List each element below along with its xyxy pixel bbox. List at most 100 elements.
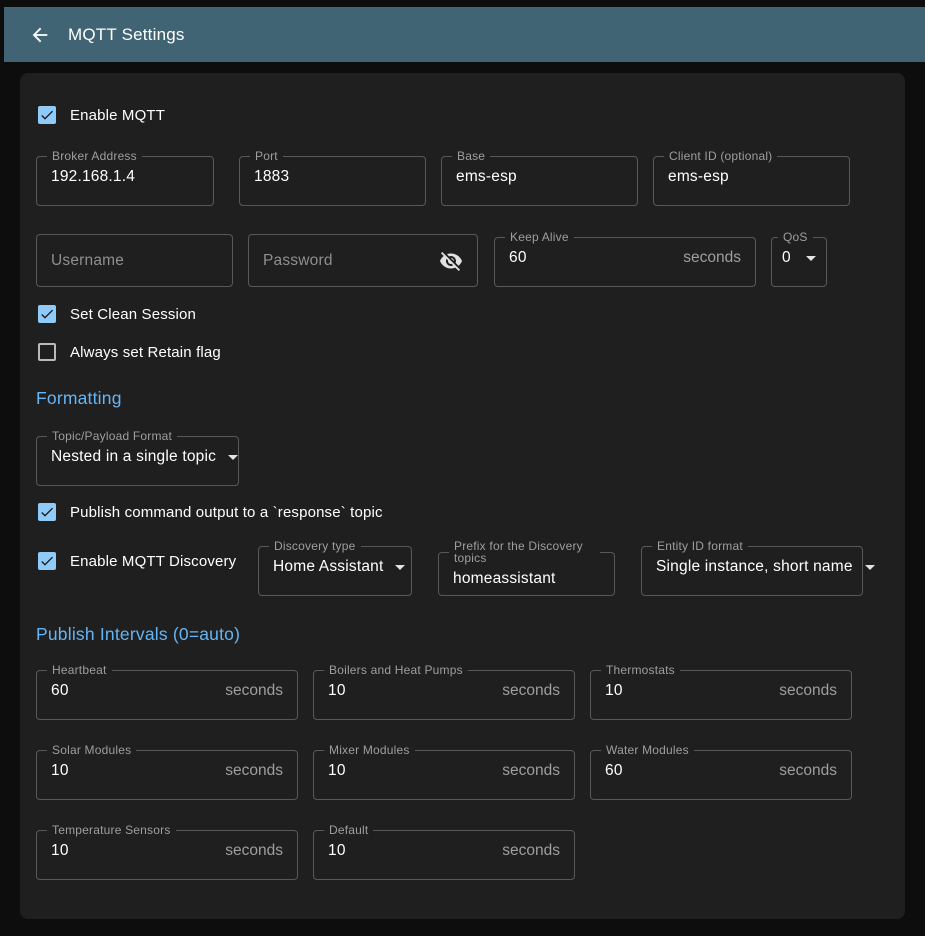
enable-discovery-checkbox[interactable] <box>38 552 56 570</box>
broker-address-value: 192.168.1.4 <box>51 168 135 186</box>
base-label: Base <box>452 150 490 162</box>
temperature-sensors-field[interactable]: Temperature Sensors 10 seconds <box>36 824 298 880</box>
boilers-heat-pumps-label: Boilers and Heat Pumps <box>324 664 468 676</box>
discovery-type-label: Discovery type <box>269 540 361 552</box>
username-placeholder: Username <box>51 252 124 270</box>
seconds-unit: seconds <box>225 842 283 860</box>
entity-id-format-select[interactable]: Entity ID format Single instance, short … <box>641 540 863 596</box>
retain-flag-row: Always set Retain flag <box>36 343 889 361</box>
password-input[interactable]: Password <box>248 234 478 287</box>
intervals-grid: Heartbeat 60 seconds Boilers and Heat Pu… <box>36 664 889 880</box>
check-icon <box>39 553 55 569</box>
publish-intervals-heading: Publish Intervals (0=auto) <box>36 624 889 645</box>
heartbeat-label: Heartbeat <box>47 664 112 676</box>
base-value: ems-esp <box>456 168 517 186</box>
discovery-prefix-value: homeassistant <box>453 570 556 588</box>
publish-response-label: Publish command output to a `response` t… <box>70 504 383 521</box>
discovery-row: Enable MQTT Discovery Discovery type Hom… <box>36 540 889 596</box>
seconds-unit: seconds <box>502 762 560 780</box>
base-field[interactable]: Base ems-esp <box>441 150 638 206</box>
discovery-prefix-label: Prefix for the Discovery topics <box>449 540 600 564</box>
chevron-down-icon <box>395 565 405 570</box>
chevron-down-icon <box>228 455 238 460</box>
enable-discovery-label: Enable MQTT Discovery <box>70 553 236 570</box>
default-interval-field[interactable]: Default 10 seconds <box>313 824 575 880</box>
clean-session-row: Set Clean Session <box>36 305 889 323</box>
port-label: Port <box>250 150 283 162</box>
default-interval-value: 10 <box>328 842 346 860</box>
mqtt-settings-panel: Enable MQTT Broker Address 192.168.1.4 P… <box>20 73 905 919</box>
water-modules-label: Water Modules <box>601 744 694 756</box>
seconds-unit: seconds <box>502 682 560 700</box>
enable-discovery-row: Enable MQTT Discovery <box>36 552 258 570</box>
broker-address-label: Broker Address <box>47 150 142 162</box>
client-id-label: Client ID (optional) <box>664 150 777 162</box>
retain-flag-checkbox[interactable] <box>38 343 56 361</box>
chevron-down-icon <box>806 256 816 261</box>
mixer-modules-value: 10 <box>328 762 346 780</box>
keep-alive-value: 60 <box>509 249 527 267</box>
seconds-unit: seconds <box>225 682 283 700</box>
water-modules-value: 60 <box>605 762 623 780</box>
discovery-type-select[interactable]: Discovery type Home Assistant <box>258 540 412 596</box>
qos-value: 0 <box>782 249 791 267</box>
arrow-left-icon <box>29 24 51 46</box>
boilers-heat-pumps-value: 10 <box>328 682 346 700</box>
thermostats-value: 10 <box>605 682 623 700</box>
water-modules-field[interactable]: Water Modules 60 seconds <box>590 744 852 800</box>
check-icon <box>39 107 55 123</box>
check-icon <box>39 504 55 520</box>
retain-flag-label: Always set Retain flag <box>70 344 221 361</box>
enable-mqtt-row: Enable MQTT <box>36 106 889 124</box>
boilers-heat-pumps-field[interactable]: Boilers and Heat Pumps 10 seconds <box>313 664 575 720</box>
username-input[interactable]: Username <box>36 234 233 287</box>
broker-fields-row: Broker Address 192.168.1.4 Port 1883 Bas… <box>36 150 889 206</box>
entity-id-format-value: Single instance, short name <box>656 558 853 576</box>
publish-response-row: Publish command output to a `response` t… <box>36 503 889 521</box>
heartbeat-field[interactable]: Heartbeat 60 seconds <box>36 664 298 720</box>
mixer-modules-label: Mixer Modules <box>324 744 415 756</box>
publish-response-checkbox[interactable] <box>38 503 56 521</box>
discovery-prefix-field[interactable]: Prefix for the Discovery topics homeassi… <box>438 540 615 596</box>
page-title: MQTT Settings <box>68 25 185 45</box>
mixer-modules-field[interactable]: Mixer Modules 10 seconds <box>313 744 575 800</box>
port-field[interactable]: Port 1883 <box>239 150 426 206</box>
thermostats-field[interactable]: Thermostats 10 seconds <box>590 664 852 720</box>
keep-alive-unit: seconds <box>683 249 741 267</box>
check-icon <box>39 306 55 322</box>
solar-modules-value: 10 <box>51 762 69 780</box>
enable-mqtt-checkbox[interactable] <box>38 106 56 124</box>
topic-format-value: Nested in a single topic <box>51 448 216 466</box>
back-button[interactable] <box>28 23 52 47</box>
heartbeat-value: 60 <box>51 682 69 700</box>
default-interval-label: Default <box>324 824 373 836</box>
keep-alive-label: Keep Alive <box>505 231 574 243</box>
topic-format-select[interactable]: Topic/Payload Format Nested in a single … <box>36 430 239 486</box>
formatting-heading: Formatting <box>36 388 889 409</box>
broker-address-field[interactable]: Broker Address 192.168.1.4 <box>36 150 214 206</box>
clean-session-checkbox[interactable] <box>38 305 56 323</box>
seconds-unit: seconds <box>779 682 837 700</box>
port-value: 1883 <box>254 168 289 186</box>
thermostats-label: Thermostats <box>601 664 680 676</box>
seconds-unit: seconds <box>779 762 837 780</box>
temperature-sensors-value: 10 <box>51 842 69 860</box>
qos-label: QoS <box>778 231 813 243</box>
solar-modules-field[interactable]: Solar Modules 10 seconds <box>36 744 298 800</box>
chevron-down-icon <box>865 565 875 570</box>
clean-session-label: Set Clean Session <box>70 306 196 323</box>
appbar: MQTT Settings <box>4 7 925 62</box>
password-placeholder: Password <box>263 252 333 270</box>
seconds-unit: seconds <box>225 762 283 780</box>
qos-select[interactable]: QoS 0 <box>771 231 827 287</box>
enable-mqtt-label: Enable MQTT <box>70 107 165 124</box>
keep-alive-field[interactable]: Keep Alive 60 seconds <box>494 231 756 287</box>
entity-id-format-label: Entity ID format <box>652 540 748 552</box>
password-visibility-toggle[interactable] <box>439 249 463 273</box>
client-id-field[interactable]: Client ID (optional) ems-esp <box>653 150 850 206</box>
topic-format-label: Topic/Payload Format <box>47 430 177 442</box>
temperature-sensors-label: Temperature Sensors <box>47 824 176 836</box>
seconds-unit: seconds <box>502 842 560 860</box>
client-id-value: ems-esp <box>668 168 729 186</box>
credentials-row: Username Password Keep Alive 60 seconds … <box>36 231 889 287</box>
